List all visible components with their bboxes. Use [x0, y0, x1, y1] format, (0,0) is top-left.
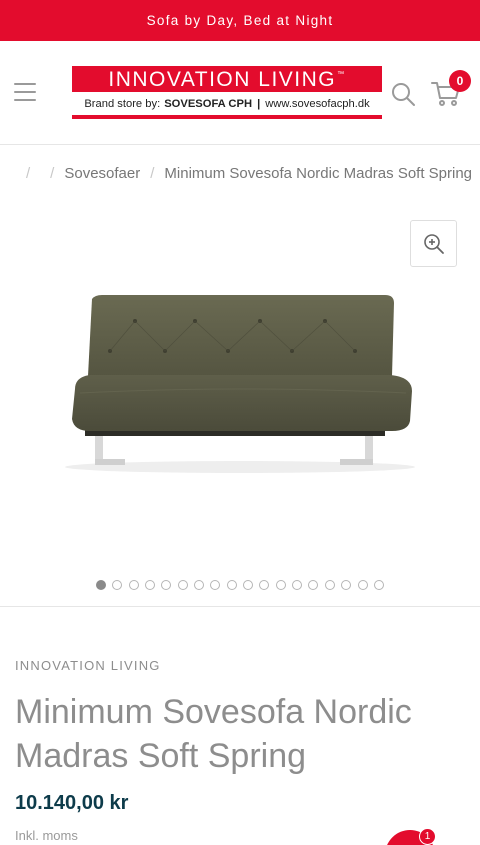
tax-note: Inkl. moms — [15, 828, 78, 843]
product-price: 10.140,00 kr — [15, 792, 129, 814]
announcement-bar: Sofa by Day, Bed at Night — [0, 0, 480, 41]
gallery-dot[interactable] — [210, 580, 221, 590]
gallery-dot[interactable] — [226, 580, 237, 590]
gallery-dot[interactable] — [357, 580, 368, 590]
gallery-dot[interactable] — [324, 580, 335, 590]
gallery-dot[interactable] — [308, 580, 319, 590]
product-title: Minimum Sovesofa Nordic Madras Soft Spri… — [15, 693, 412, 775]
breadcrumb-current: Minimum Sovesofa Nordic Madras Soft Spri… — [164, 164, 473, 182]
product-brand[interactable]: INNOVATION LIVING — [15, 658, 161, 673]
gallery-dot[interactable] — [161, 580, 172, 590]
logo-underline — [72, 115, 382, 119]
gallery-dot[interactable] — [292, 580, 303, 590]
gallery-dot[interactable] — [112, 580, 123, 590]
gallery-dot[interactable] — [243, 580, 254, 590]
zoom-button[interactable] — [410, 220, 457, 267]
gallery-dot[interactable] — [177, 580, 188, 590]
site-logo[interactable]: INNOVATION LIVING ™ Brand store by: SOVES… — [72, 66, 382, 121]
logo-brand-name: INNOVATION LIVING — [108, 67, 337, 91]
breadcrumb-category-link[interactable]: Sovesofaer — [64, 165, 140, 182]
logo-store-line: Brand store by: SOVESOFA CPH | www.soves… — [72, 94, 382, 114]
gallery-dot[interactable] — [275, 580, 286, 590]
logo-trademark: ™ — [337, 70, 346, 78]
breadcrumb-separator: / — [150, 164, 155, 182]
search-icon[interactable] — [390, 81, 416, 107]
gallery-dot[interactable] — [259, 580, 270, 590]
breadcrumb-separator: / — [50, 164, 55, 182]
gallery-dot[interactable] — [128, 580, 139, 590]
site-header: INNOVATION LIVING ™ Brand store by: SOVES… — [0, 41, 480, 145]
gallery-dot[interactable] — [194, 580, 205, 590]
product-gallery[interactable] — [0, 201, 480, 607]
breadcrumb-separator: / — [26, 164, 31, 182]
gallery-dot[interactable] — [145, 580, 156, 590]
logo-separator: | — [257, 98, 261, 110]
zoom-in-icon — [423, 233, 444, 254]
product-image[interactable] — [40, 281, 440, 481]
logo-website: www.sovesofacph.dk — [265, 98, 370, 110]
logo-store-prefix: Brand store by: — [84, 98, 161, 110]
breadcrumb: / / Sovesofaer / Minimum Sovesofa Nordic… — [0, 145, 480, 201]
hamburger-menu-icon[interactable] — [14, 83, 36, 101]
logo-brand-bar: INNOVATION LIVING ™ — [72, 66, 382, 92]
cart-count-badge[interactable]: 0 — [449, 70, 471, 92]
gallery-dot[interactable] — [373, 580, 384, 590]
gallery-dot[interactable] — [341, 580, 352, 590]
gallery-pagination — [96, 580, 390, 590]
gallery-dot[interactable] — [96, 580, 106, 590]
chat-badge[interactable]: 1 — [419, 828, 436, 845]
announcement-text: Sofa by Day, Bed at Night — [146, 13, 334, 28]
logo-store-name: SOVESOFA CPH — [164, 98, 253, 110]
